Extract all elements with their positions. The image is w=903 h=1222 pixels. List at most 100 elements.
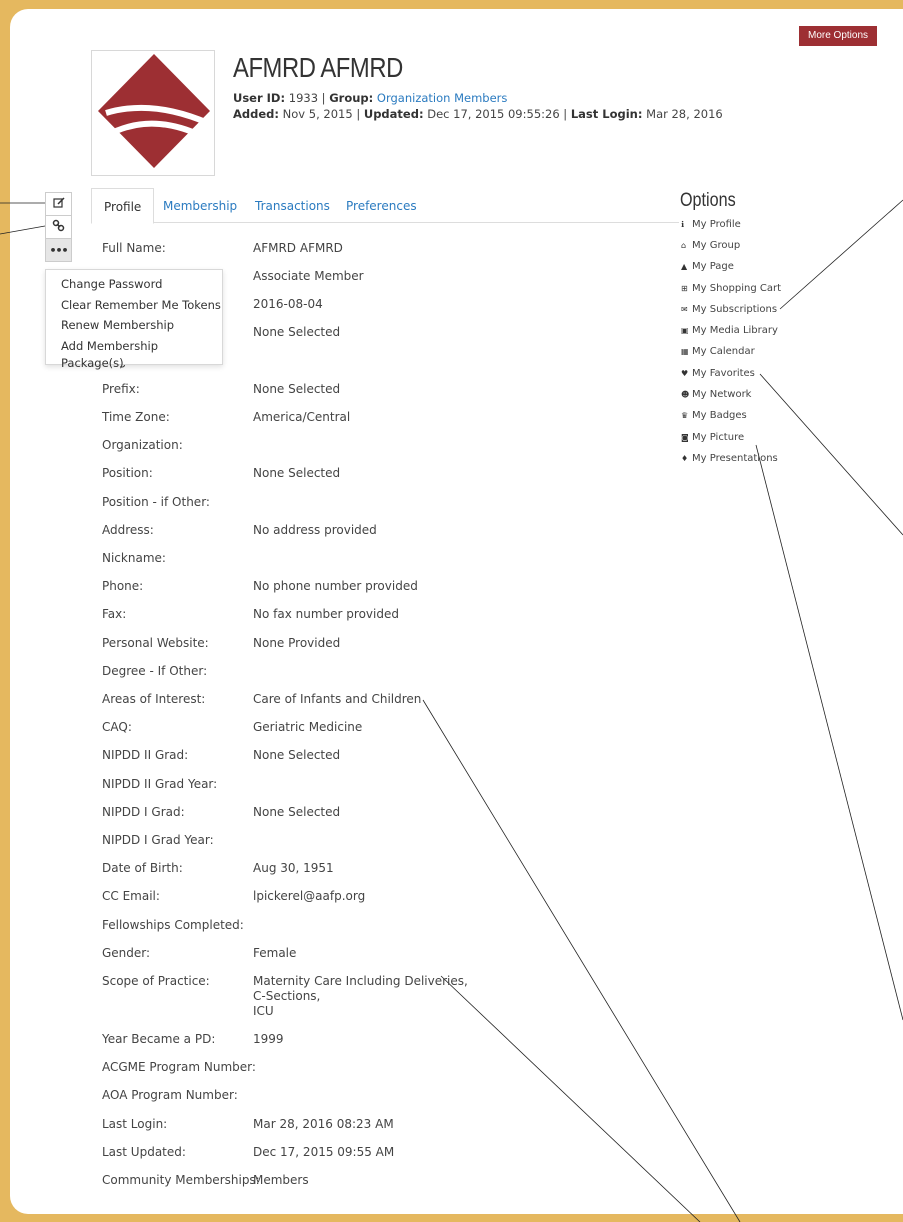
row-label: Address: — [102, 523, 154, 537]
option-my-badges[interactable]: ♛ My Badges — [681, 410, 747, 421]
row-label: Organization: — [102, 438, 183, 452]
tab-profile[interactable]: Profile — [91, 188, 155, 224]
row-label: NIPDD I Grad Year: — [102, 833, 214, 847]
community-members-link[interactable]: Members — [253, 1173, 309, 1188]
row-label: Gender: — [102, 946, 151, 960]
option-label: My Media Library — [692, 325, 778, 336]
clear-remember-tokens-item[interactable]: Clear Remember Me Tokens — [46, 297, 222, 318]
row-value: None Selected — [253, 748, 341, 762]
row-value: None Selected — [253, 382, 341, 396]
row-label: Position - if Other: — [102, 495, 210, 509]
row-value: No phone number provided — [253, 579, 418, 593]
option-my-profile[interactable]: ℹ My Profile — [681, 219, 741, 230]
option-my-group[interactable]: ⌂ My Group — [681, 240, 740, 251]
more-actions-dropdown: Change Password Clear Remember Me Tokens… — [45, 269, 223, 370]
organization-logo — [91, 50, 215, 176]
calendar-icon: ▦ — [681, 347, 689, 356]
option-my-calendar[interactable]: ▦ My Calendar — [681, 346, 755, 357]
tab-membership[interactable]: Membership — [163, 188, 237, 222]
row-value: None Selected — [253, 466, 341, 480]
user-id-value: 1933 — [288, 91, 319, 105]
image-icon: ▣ — [681, 326, 689, 335]
user-id-label: User ID — [233, 91, 281, 105]
row-label: Prefix: — [102, 382, 140, 396]
add-membership-package-item[interactable]: Add Membership Package(s) — [46, 338, 222, 370]
row-label: CC Email: — [102, 889, 160, 903]
row-label: NIPDD II Grad: — [102, 748, 189, 762]
row-value: Dec 17, 2015 09:55 AM — [253, 1145, 395, 1159]
last-login-label: Last Login — [570, 107, 638, 121]
row-label: Full Name: — [102, 241, 166, 255]
option-label: My Network — [692, 389, 752, 400]
option-label: My Badges — [692, 410, 747, 421]
row-value: Maternity Care Including Deliveries, C-S… — [253, 974, 468, 1018]
more-options-button[interactable]: More Options — [799, 26, 877, 46]
user-icon: ▲ — [681, 262, 688, 271]
envelope-icon: ✉ — [681, 305, 688, 314]
row-value: No address provided — [253, 523, 377, 537]
row-value: 2016-08-04 — [253, 297, 323, 311]
row-value: Aug 30, 1951 — [253, 861, 334, 875]
option-label: My Calendar — [692, 346, 755, 357]
link-button[interactable] — [45, 215, 72, 239]
group-link[interactable]: Organization Members — [377, 91, 507, 105]
row-value: None Selected — [253, 325, 341, 339]
tab-transactions[interactable]: Transactions — [255, 188, 330, 222]
dates-meta-line: Added: Nov 5, 2015 | Updated: Dec 17, 20… — [233, 107, 723, 121]
side-toolbar: ••• — [45, 192, 72, 262]
more-actions-button[interactable]: ••• — [45, 238, 72, 262]
option-my-page[interactable]: ▲ My Page — [681, 261, 734, 272]
added-label: Added — [233, 107, 275, 121]
row-value: None Provided — [253, 636, 341, 650]
row-label: Community Memberships: — [102, 1173, 260, 1187]
row-label: NIPDD I Grad: — [102, 805, 185, 819]
row-value: AFMRD AFMRD — [253, 241, 343, 255]
option-my-presentations[interactable]: ♦ My Presentations — [681, 453, 778, 464]
camera-icon: ◙ — [681, 433, 689, 442]
row-value: Care of Infants and Children — [253, 692, 422, 706]
ellipsis-icon: ••• — [49, 243, 68, 257]
tab-preferences[interactable]: Preferences — [346, 188, 417, 222]
row-label: Year Became a PD: — [102, 1032, 216, 1046]
row-label: Nickname: — [102, 551, 166, 565]
group-label: Group — [329, 91, 369, 105]
row-value: No fax number provided — [253, 607, 399, 621]
row-label: Date of Birth: — [102, 861, 183, 875]
edit-button[interactable] — [45, 192, 72, 216]
edit-icon — [52, 196, 65, 212]
last-login-value: Mar 28, 2016 — [646, 107, 723, 121]
microphone-icon: ♦ — [681, 454, 689, 463]
option-my-favorites[interactable]: ♥ My Favorites — [681, 368, 755, 379]
row-label: Areas of Interest: — [102, 692, 206, 706]
profile-tabs: Profile Membership Transactions Preferen… — [91, 188, 679, 224]
row-label: Last Login: — [102, 1117, 168, 1131]
change-password-item[interactable]: Change Password — [46, 276, 222, 297]
option-label: My Group — [692, 240, 741, 251]
row-value: Female — [253, 946, 297, 960]
link-icon — [52, 219, 65, 235]
row-label: CAQ: — [102, 720, 132, 734]
row-label: Degree - If Other: — [102, 664, 208, 678]
option-my-subscriptions[interactable]: ✉ My Subscriptions — [681, 304, 777, 315]
users-icon: ☻ — [681, 390, 690, 399]
row-label: NIPDD II Grad Year: — [102, 777, 218, 791]
row-label: Personal Website: — [102, 636, 209, 650]
home-icon: ⌂ — [681, 241, 687, 250]
option-my-media-library[interactable]: ▣ My Media Library — [681, 325, 778, 336]
row-label: Position: — [102, 466, 153, 480]
cart-icon: ⊞ — [681, 284, 688, 293]
info-icon: ℹ — [681, 220, 685, 229]
row-label: ACGME Program Number: — [102, 1060, 256, 1074]
row-label: Fax: — [102, 607, 127, 621]
option-label: My Page — [692, 261, 734, 272]
trophy-icon: ♛ — [681, 411, 689, 420]
row-label: Time Zone: — [102, 410, 170, 424]
option-my-picture[interactable]: ◙ My Picture — [681, 432, 744, 443]
option-my-network[interactable]: ☻ My Network — [681, 389, 751, 400]
option-label: My Picture — [692, 432, 745, 443]
renew-membership-item[interactable]: Renew Membership — [46, 317, 222, 338]
option-my-shopping-cart[interactable]: ⊞ My Shopping Cart — [681, 283, 781, 294]
added-value: Nov 5, 2015 — [282, 107, 353, 121]
row-value: Mar 28, 2016 08:23 AM — [253, 1117, 394, 1131]
updated-label: Updated — [363, 107, 419, 121]
